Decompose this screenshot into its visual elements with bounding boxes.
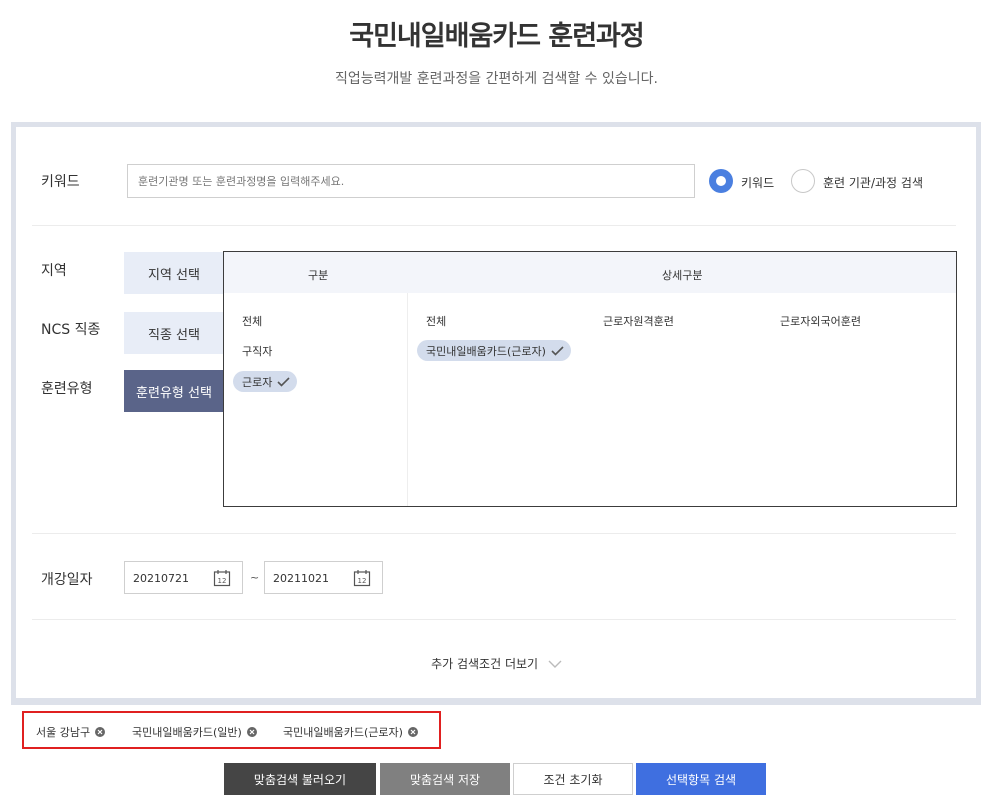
detail-item-card-worker[interactable]: 국민내일배움카드(근로자)	[417, 340, 571, 361]
training-type-selector: 구분 상세구분 전체 구직자 근로자 전체 근로자원격훈련 근로자외국어훈련 국…	[223, 251, 957, 507]
divider	[32, 619, 956, 620]
header-category: 구분	[308, 269, 329, 282]
start-date-label: 개강일자	[41, 572, 93, 588]
start-date-field[interactable]: 20210721 12	[124, 561, 243, 594]
keyword-label: 키워드	[41, 174, 80, 190]
training-type-select-button[interactable]: 훈련유형 선택	[124, 370, 224, 412]
close-icon[interactable]	[407, 727, 418, 737]
check-icon	[277, 376, 290, 387]
date-separator: ~	[250, 571, 260, 584]
tag-label: 서울 강남구	[36, 726, 91, 739]
training-type-label: 훈련유형	[41, 381, 93, 397]
more-conditions-label: 추가 검색조건 더보기	[431, 657, 539, 671]
divider	[32, 225, 956, 226]
detail-item-remote[interactable]: 근로자원격훈련	[603, 313, 674, 329]
end-date-value: 20211021	[273, 572, 329, 585]
category-item-all[interactable]: 전체	[242, 313, 262, 329]
keyword-input[interactable]	[127, 164, 695, 198]
tag-label: 국민내일배움카드(일반)	[132, 726, 242, 739]
svg-text:12: 12	[218, 577, 227, 585]
calendar-icon[interactable]: 12	[213, 569, 231, 591]
tag-label: 국민내일배움카드(근로자)	[283, 726, 403, 739]
close-icon[interactable]	[246, 727, 257, 737]
chevron-down-icon	[548, 658, 562, 672]
chip-label: 국민내일배움카드(근로자)	[426, 344, 546, 358]
radio-keyword[interactable]	[709, 169, 733, 193]
category-item-worker[interactable]: 근로자	[233, 371, 298, 392]
selected-tag: 국민내일배움카드(일반)	[132, 724, 257, 740]
save-custom-search-button[interactable]: 맞춤검색 저장	[380, 763, 510, 795]
end-date-field[interactable]: 20211021 12	[264, 561, 383, 594]
close-icon[interactable]	[95, 727, 106, 737]
ncs-select-button[interactable]: 직종 선택	[124, 312, 224, 354]
selected-tag: 서울 강남구	[36, 724, 106, 740]
svg-text:12: 12	[358, 577, 367, 585]
calendar-icon[interactable]: 12	[353, 569, 371, 591]
region-label: 지역	[41, 263, 67, 279]
load-custom-search-button[interactable]: 맞춤검색 불러오기	[224, 763, 376, 795]
check-icon	[551, 345, 564, 356]
category-item-jobseeker[interactable]: 구직자	[242, 343, 272, 359]
selector-header: 구분 상세구분	[224, 252, 956, 293]
reset-conditions-button[interactable]: 조건 초기화	[513, 763, 633, 795]
page-title: 국민내일배움카드 훈련과정	[349, 21, 644, 52]
selected-tag: 국민내일배움카드(근로자)	[283, 724, 418, 740]
start-date-value: 20210721	[133, 572, 189, 585]
detail-item-all[interactable]: 전체	[426, 313, 446, 329]
page-subtitle: 직업능력개발 훈련과정을 간편하게 검색할 수 있습니다.	[335, 71, 658, 87]
more-conditions-toggle[interactable]: 추가 검색조건 더보기	[0, 655, 993, 672]
selector-divider	[407, 293, 408, 506]
ncs-label: NCS 직종	[41, 322, 101, 338]
divider	[32, 533, 956, 534]
header-detail: 상세구분	[662, 269, 703, 282]
radio-institution-label[interactable]: 훈련 기관/과정 검색	[823, 174, 923, 191]
search-selected-button[interactable]: 선택항목 검색	[636, 763, 766, 795]
region-select-button[interactable]: 지역 선택	[124, 252, 224, 294]
radio-institution[interactable]	[791, 169, 815, 193]
radio-keyword-label[interactable]: 키워드	[741, 174, 774, 191]
detail-item-language[interactable]: 근로자외국어훈련	[780, 313, 861, 329]
chip-label: 근로자	[242, 375, 273, 389]
